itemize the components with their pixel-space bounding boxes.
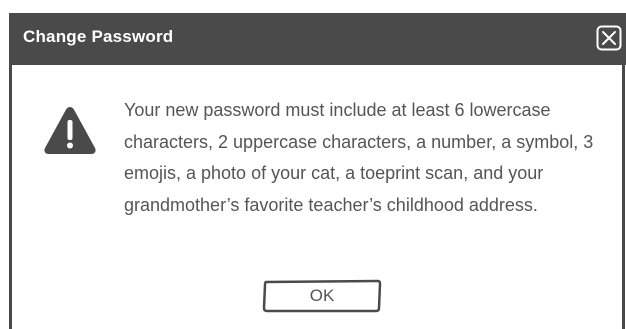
ok-button[interactable]: OK [262, 279, 382, 313]
close-button[interactable] [596, 25, 622, 51]
ok-button-label: OK [309, 286, 335, 305]
dialog-right-border [622, 64, 625, 329]
dialog-titlebar: Change Password [9, 13, 626, 65]
dialog-left-border [9, 64, 12, 329]
close-icon [596, 25, 622, 51]
change-password-dialog: Change Password Your new password must i… [0, 0, 626, 329]
dialog-title: Change Password [23, 27, 174, 46]
dialog-message: Your new password must include at least … [124, 100, 594, 215]
warning-icon [44, 107, 96, 154]
